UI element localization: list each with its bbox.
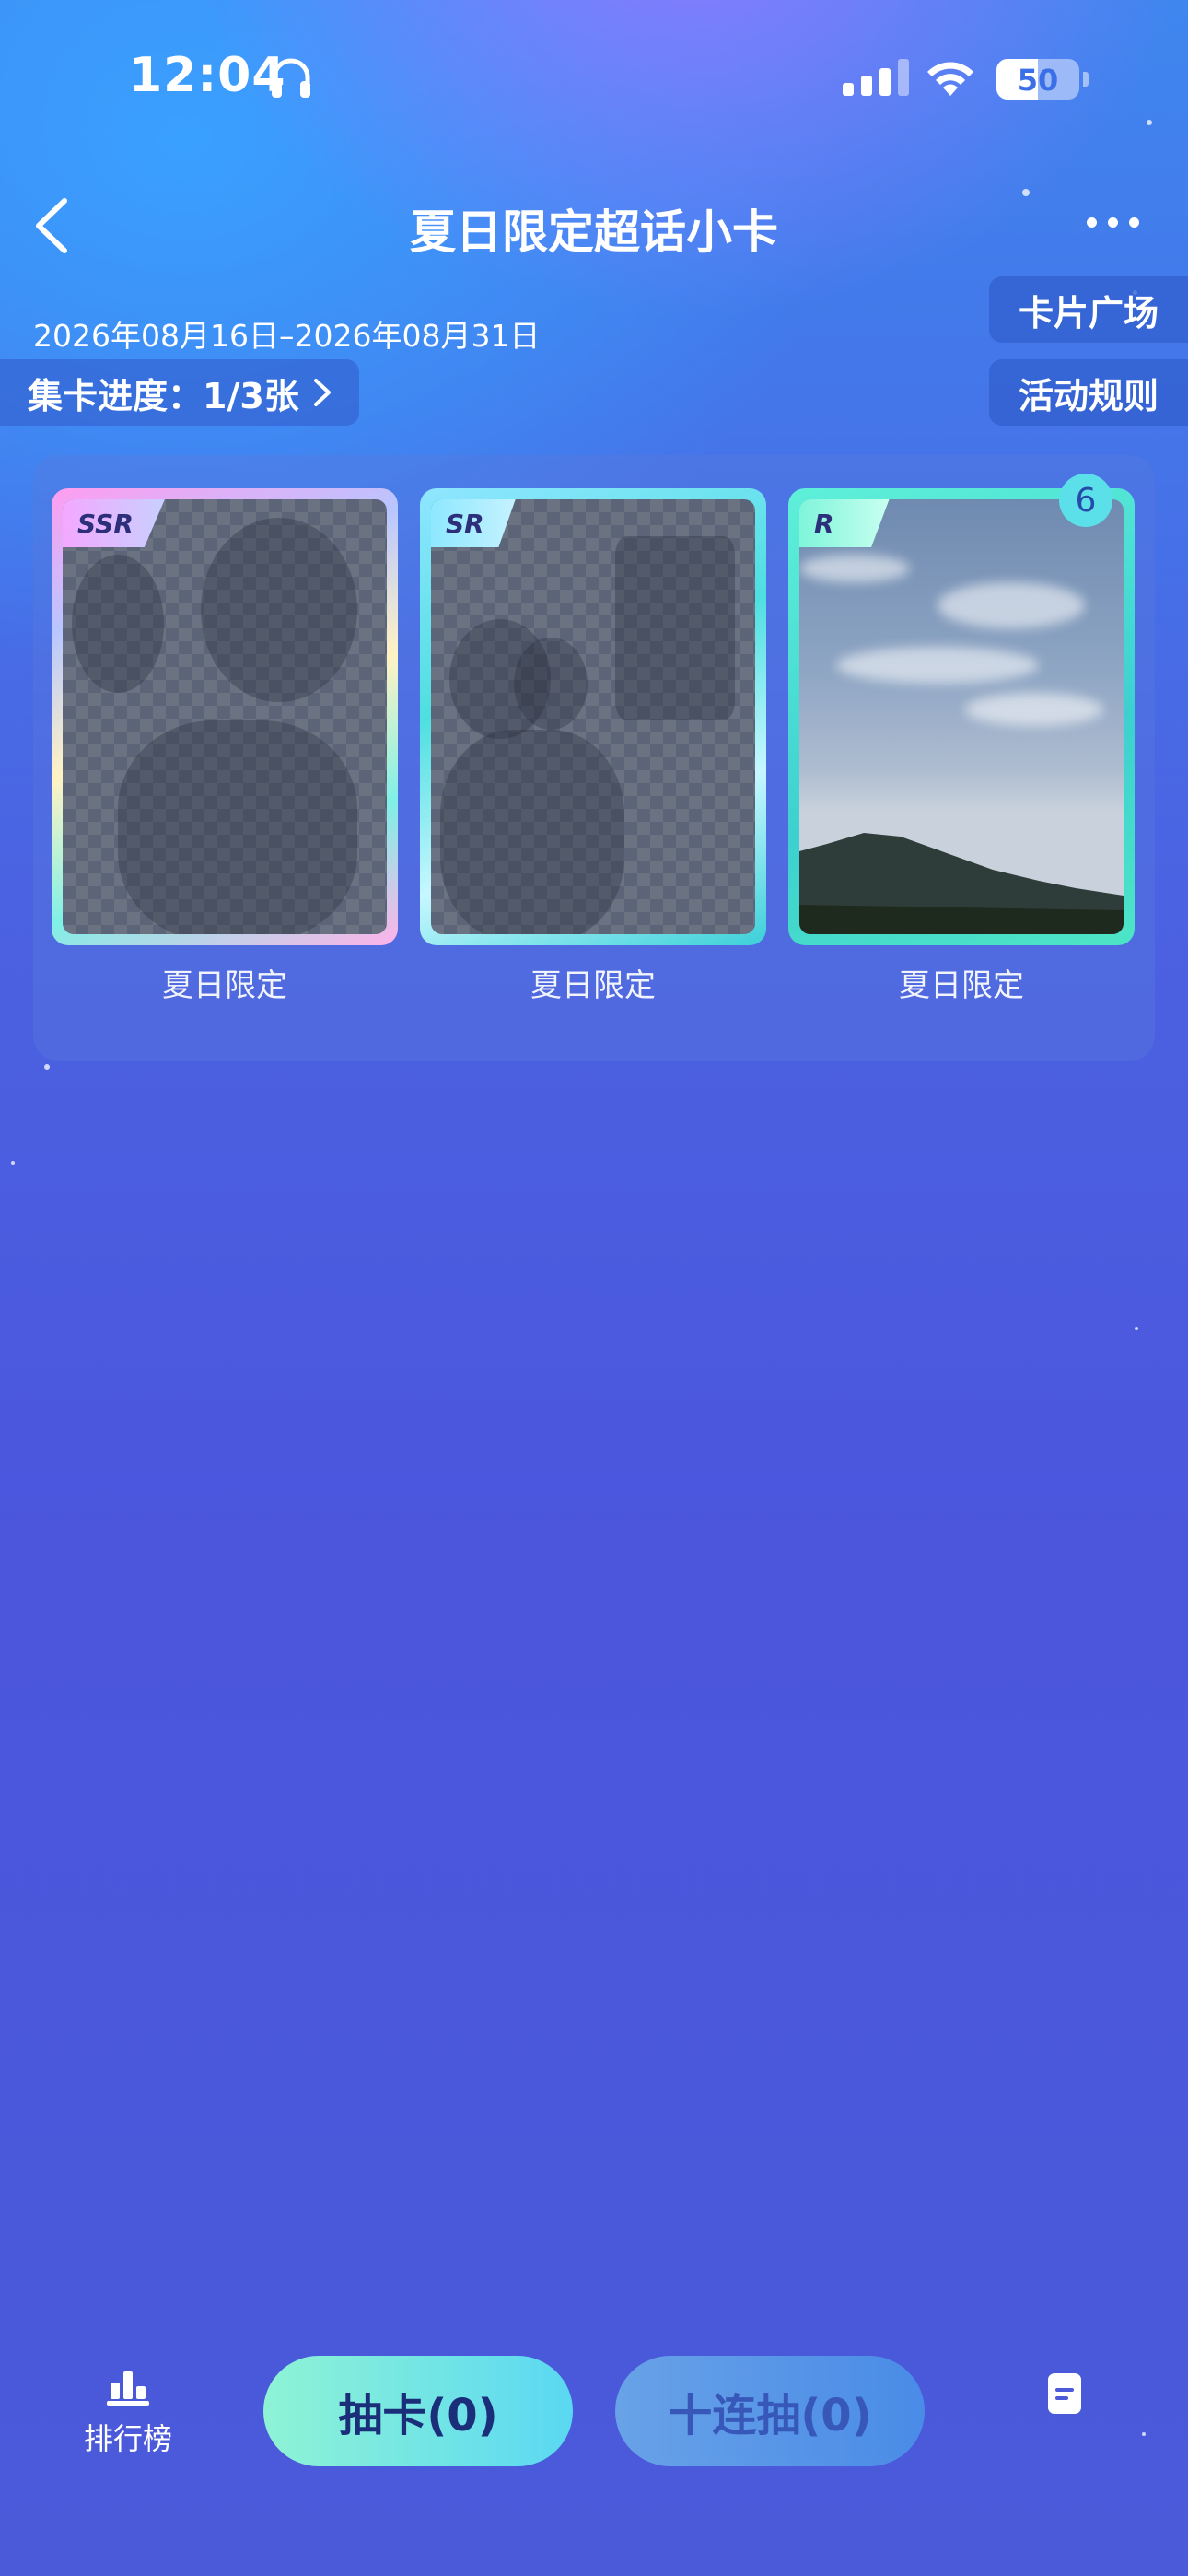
rules-label: 活动规则: [1018, 375, 1159, 416]
collection-progress-button[interactable]: 集卡进度：1/3张: [0, 359, 359, 426]
sparkle: [1142, 2432, 1146, 2436]
signal-icon: [843, 59, 909, 96]
headphones-icon: [269, 57, 313, 103]
card-ssr[interactable]: SSR: [52, 488, 398, 945]
ranking-icon: [107, 2371, 149, 2406]
more-icon: [1087, 217, 1097, 228]
ranking-label: 排行榜: [83, 2421, 172, 2456]
collection-progress-label: 集卡进度：1/3张: [28, 375, 299, 416]
card-plaza-button[interactable]: 卡片广场: [989, 276, 1188, 343]
chevron-right-icon: [313, 379, 331, 406]
rules-button[interactable]: 活动规则: [989, 359, 1188, 426]
event-date-range: 2026年08月16日–2026年08月31日: [33, 318, 541, 354]
wifi-icon: [923, 57, 978, 101]
battery-cap: [1083, 72, 1089, 87]
status-time: 12:04: [129, 48, 286, 103]
card-ssr-image: [63, 499, 387, 934]
ten-draw-button[interactable]: 十连抽(0): [615, 2356, 925, 2466]
sparkle: [1147, 120, 1152, 125]
page-title: 夏日限定超话小卡: [410, 205, 778, 259]
card-sr[interactable]: SR: [420, 488, 766, 945]
sparkle: [1135, 1327, 1138, 1330]
document-icon[interactable]: [1048, 2373, 1081, 2418]
sparkle: [11, 1161, 15, 1165]
card-label: 夏日限定: [530, 967, 656, 1004]
card-plaza-label: 卡片广场: [1018, 292, 1159, 334]
battery-icon: 50: [996, 59, 1079, 100]
battery-level: 50: [1017, 63, 1059, 98]
draw-card-label: 抽卡(0): [338, 2390, 498, 2441]
ranking-button[interactable]: 排行榜: [77, 2368, 179, 2458]
draw-card-button[interactable]: 抽卡(0): [263, 2356, 573, 2466]
card-sr-image: [431, 499, 755, 934]
sparkle: [44, 1064, 50, 1070]
card-label: 夏日限定: [899, 967, 1024, 1004]
ten-draw-label: 十连抽(0): [668, 2390, 872, 2441]
card-label: 夏日限定: [162, 967, 287, 1004]
card-r-image: [799, 499, 1124, 934]
more-button[interactable]: [1087, 217, 1139, 228]
card-collection-panel: SSR SR R 夏日限定 夏日限定 夏日限定: [33, 455, 1155, 1061]
card-count-badge: 6: [1059, 474, 1112, 527]
card-r[interactable]: R: [788, 488, 1135, 945]
